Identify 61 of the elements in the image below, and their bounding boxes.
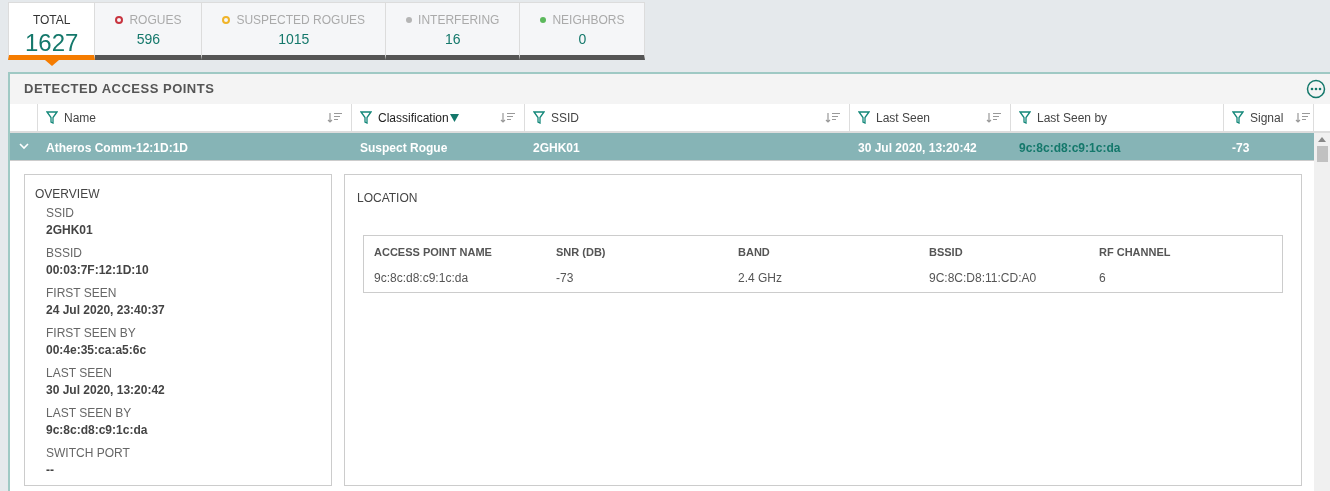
- filter-icon[interactable]: [858, 111, 870, 124]
- filter-icon[interactable]: [360, 111, 372, 124]
- location-cell: 9c:8c:d8:c9:1c:da: [374, 271, 469, 285]
- field-label: SSID: [46, 205, 75, 222]
- sort-icon[interactable]: [1295, 112, 1312, 123]
- filter-icon[interactable]: [533, 111, 545, 124]
- panel-title: DETECTED ACCESS POINTS: [24, 80, 215, 99]
- column-header[interactable]: Signal: [1224, 104, 1314, 131]
- summary-tab[interactable]: TOTAL 1627: [8, 2, 96, 60]
- summary-tab[interactable]: INTERFERING 16: [386, 2, 521, 60]
- column-header[interactable]: Name: [38, 104, 352, 131]
- card-title: LOCATION: [357, 191, 418, 205]
- location-column-header: SNR (DB): [556, 246, 606, 258]
- column-header[interactable]: Classification: [352, 104, 525, 131]
- column-header[interactable]: Last Seen: [850, 104, 1011, 131]
- location-column-header: BSSID: [929, 246, 963, 258]
- selected-tab-pointer: [44, 60, 59, 66]
- sort-icon[interactable]: [986, 112, 1002, 123]
- table-cell: 30 Jul 2020, 13:20:42: [858, 140, 977, 155]
- field-value: 24 Jul 2020, 23:40:37: [46, 302, 166, 319]
- field-label: LAST SEEN: [46, 365, 113, 382]
- filter-icon[interactable]: [46, 111, 58, 124]
- location-cell: 6: [1099, 271, 1106, 285]
- field-label: BSSID: [46, 245, 83, 262]
- location-cell: -73: [556, 271, 574, 285]
- card-title: OVERVIEW: [35, 186, 101, 203]
- column-header[interactable]: Last Seen by: [1011, 104, 1224, 131]
- column-header[interactable]: SSID: [525, 104, 850, 131]
- location-cell: 2.4 GHz: [738, 271, 782, 285]
- field-value: 2GHK01: [46, 222, 94, 239]
- field-value: 00:03:7F:12:1D:10: [46, 262, 150, 279]
- field-value: --: [46, 462, 55, 479]
- scrollbar[interactable]: [1314, 133, 1330, 491]
- field-label: LAST SEEN BY: [46, 405, 133, 422]
- field-label: SWITCH PORT: [46, 445, 131, 462]
- scrollbar-thumb[interactable]: [1316, 146, 1328, 162]
- field-value: 9c:8c:d8:c9:1c:da: [46, 422, 149, 439]
- location-column-header: BAND: [738, 246, 770, 258]
- caret-icon: [449, 113, 459, 122]
- more-icon[interactable]: [1306, 79, 1326, 99]
- location-column-header: RF CHANNEL: [1099, 246, 1171, 258]
- summary-tab[interactable]: SUSPECTED ROGUES 1015: [202, 2, 387, 60]
- field-value: 00:4e:35:ca:a5:6c: [46, 342, 148, 359]
- field-value: 30 Jul 2020, 13:20:42: [46, 382, 166, 399]
- scroll-up-icon[interactable]: [1318, 137, 1326, 142]
- table-cell: -73: [1232, 140, 1250, 155]
- table-cell: Suspect Rogue: [360, 140, 448, 155]
- summary-tab[interactable]: ROGUES 596: [95, 2, 203, 60]
- filter-icon[interactable]: [1019, 111, 1031, 124]
- sort-icon[interactable]: [825, 112, 841, 123]
- expand-chevron-icon[interactable]: [19, 143, 29, 150]
- filter-icon[interactable]: [1232, 111, 1244, 124]
- location-cell: 9C:8C:D8:11:CD:A0: [929, 271, 1037, 285]
- table-cell: Atheros Comm-12:1D:1D: [46, 140, 189, 155]
- table-cell: 2GHK01: [533, 140, 580, 155]
- summary-tab[interactable]: NEIGHBORS 0: [520, 2, 646, 60]
- sort-icon[interactable]: [327, 112, 343, 123]
- field-label: FIRST SEEN BY: [46, 325, 137, 342]
- sort-icon[interactable]: [500, 112, 516, 123]
- field-label: FIRST SEEN: [46, 285, 118, 302]
- location-column-header: ACCESS POINT NAME: [374, 246, 492, 258]
